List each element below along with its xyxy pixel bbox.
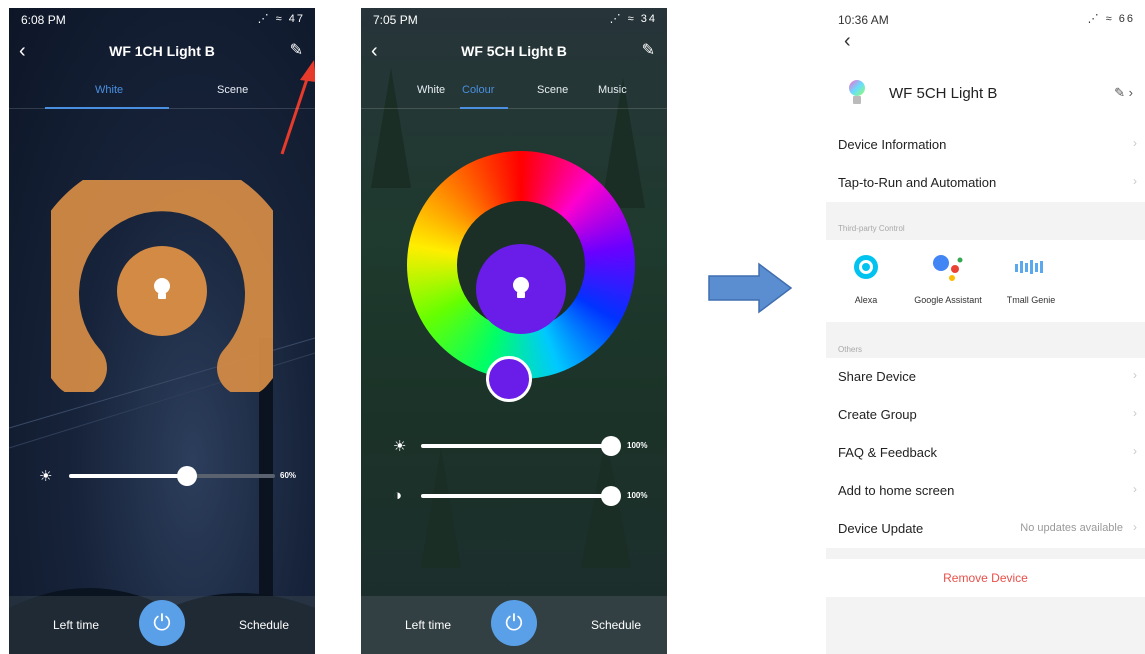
row-label: FAQ & Feedback: [838, 445, 937, 460]
device-name: WF 5CH Light B: [889, 85, 998, 102]
slider-track: [187, 474, 275, 478]
status-bar: 7:05 PM ⋰ ≈ 34: [361, 8, 667, 30]
brightness-slider[interactable]: ☀ 100%: [393, 436, 667, 456]
row-label: Add to home screen: [838, 483, 955, 498]
row-tap-to-run[interactable]: Tap-to-Run and Automation ›: [826, 164, 1145, 202]
saturation-slider[interactable]: ◑ 100%: [393, 486, 667, 506]
alexa-icon[interactable]: [854, 255, 878, 279]
row-label: Device Update: [838, 521, 924, 536]
slider-fill: [69, 474, 187, 478]
third-party-label-tmall: Tmall Genie: [1006, 295, 1056, 305]
phone-screen-white-mode: 6:08 PM ⋰ ≈ 47 ‹ WF 1CH Light B ✎ White …: [9, 8, 315, 654]
chevron-right-icon: ›: [1133, 520, 1137, 534]
tab-scene[interactable]: Scene: [217, 84, 248, 96]
tab-indicator: [45, 107, 169, 109]
row-device-information[interactable]: Device Information ›: [826, 126, 1145, 164]
row-faq-feedback[interactable]: FAQ & Feedback ›: [826, 434, 1145, 472]
remove-device-button[interactable]: Remove Device: [826, 559, 1145, 597]
slider-fill: [421, 444, 617, 448]
status-time: 10:36 AM: [838, 13, 889, 27]
left-time-button[interactable]: Left time: [53, 618, 99, 632]
header: ‹ WF 1CH Light B ✎: [9, 40, 315, 66]
tab-colour[interactable]: Colour: [462, 84, 494, 96]
row-label: Tap-to-Run and Automation: [838, 175, 997, 190]
row-label: Device Information: [838, 137, 947, 152]
row-label: Create Group: [838, 407, 917, 422]
tmall-genie-icon[interactable]: [1014, 258, 1048, 276]
edit-icon[interactable]: ✎: [642, 40, 655, 60]
chevron-right-icon: ›: [1133, 444, 1137, 458]
power-icon: ⏻: [153, 610, 171, 635]
chevron-right-icon: ›: [1133, 174, 1137, 188]
third-party-panel: [826, 240, 1145, 322]
remove-device-label: Remove Device: [943, 571, 1028, 585]
slider-knob[interactable]: [177, 466, 197, 486]
mode-tabs: White Colour Scene Music: [361, 84, 667, 108]
white-temperature-dial[interactable]: [51, 180, 273, 392]
tab-white[interactable]: White: [95, 84, 123, 96]
brightness-slider[interactable]: ☀ 60%: [39, 466, 315, 486]
row-label: Share Device: [838, 369, 917, 384]
phone-screen-colour-mode: 7:05 PM ⋰ ≈ 34 ‹ WF 5CH Light B ✎ White …: [361, 8, 667, 654]
left-time-button[interactable]: Left time: [405, 618, 451, 632]
row-create-group[interactable]: Create Group ›: [826, 396, 1145, 434]
contrast-value: 100%: [627, 491, 648, 500]
status-time: 6:08 PM: [21, 13, 66, 27]
mode-tabs: White Scene: [9, 84, 315, 108]
status-time: 7:05 PM: [373, 13, 418, 27]
row-device-update[interactable]: Device Update No updates available ›: [826, 510, 1145, 548]
contrast-icon: ◑: [393, 487, 403, 504]
schedule-button[interactable]: Schedule: [239, 618, 289, 632]
edit-name-icon[interactable]: ✎ ›: [1114, 85, 1133, 101]
bulb-icon: [513, 277, 529, 298]
update-status: No updates available: [1020, 522, 1123, 534]
power-button[interactable]: ⏻: [491, 600, 537, 646]
power-button[interactable]: ⏻: [139, 600, 185, 646]
row-share-device[interactable]: Share Device ›: [826, 358, 1145, 396]
header: ‹ WF 5CH Light B ✎: [361, 40, 667, 66]
tab-divider: [361, 108, 667, 109]
device-title: WF 1CH Light B: [109, 43, 215, 59]
google-assistant-icon[interactable]: [930, 252, 966, 282]
chevron-right-icon: ›: [1133, 482, 1137, 496]
chevron-right-icon: ›: [1133, 406, 1137, 420]
brightness-icon: ☀: [39, 468, 53, 485]
edit-icon[interactable]: ✎: [290, 40, 303, 60]
power-icon: ⏻: [505, 610, 523, 635]
status-icons: ⋰ ≈ 47: [257, 13, 305, 25]
row-add-to-home-screen[interactable]: Add to home screen ›: [826, 472, 1145, 510]
brightness-icon: ☀: [393, 438, 407, 455]
tab-indicator: [460, 107, 508, 109]
chevron-right-icon: ›: [1133, 368, 1137, 382]
brightness-value: 100%: [627, 441, 648, 450]
bottom-bar: Left time ⏻ Schedule: [9, 596, 315, 654]
slider-knob[interactable]: [601, 436, 621, 456]
status-bar: 6:08 PM ⋰ ≈ 47: [9, 8, 315, 30]
status-bar: 10:36 AM ⋰ ≈ 66: [826, 8, 1145, 30]
status-icons: ⋰ ≈ 66: [1087, 13, 1135, 25]
back-icon[interactable]: ‹: [844, 30, 851, 53]
chevron-right-icon: ›: [1133, 136, 1137, 150]
slider-knob[interactable]: [601, 486, 621, 506]
brightness-value: 60%: [280, 471, 297, 480]
bottom-bar: Left time ⏻ Schedule: [361, 596, 667, 654]
colour-picker-handle[interactable]: [486, 356, 532, 402]
slider-fill: [421, 494, 617, 498]
section-header-third-party: Third-party Control: [838, 224, 905, 233]
tab-music[interactable]: Music: [598, 84, 627, 96]
device-settings-screen: 10:36 AM ⋰ ≈ 66 ‹ WF 5CH Light B ✎ › Dev…: [826, 8, 1145, 654]
tab-scene[interactable]: Scene: [537, 84, 568, 96]
transition-arrow-icon: [708, 262, 793, 314]
section-header-others: Others: [838, 345, 863, 354]
schedule-button[interactable]: Schedule: [591, 618, 641, 632]
status-icons: ⋰ ≈ 34: [609, 13, 657, 25]
device-title: WF 5CH Light B: [461, 43, 567, 59]
third-party-label-alexa: Alexa: [854, 295, 878, 305]
tab-white[interactable]: White: [417, 84, 445, 96]
bulb-icon: [849, 80, 865, 104]
third-party-label-google: Google Assistant: [914, 295, 982, 305]
